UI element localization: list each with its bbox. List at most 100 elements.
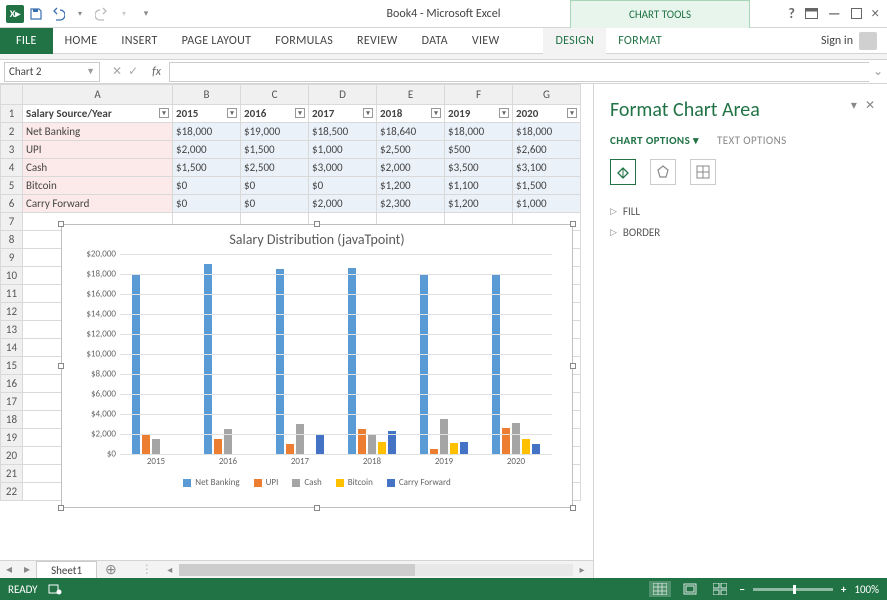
bar[interactable]	[214, 439, 222, 454]
namebox-dropdown-icon[interactable]: ▼	[86, 66, 95, 77]
cell[interactable]: Net Banking	[23, 123, 173, 141]
undo-icon[interactable]	[48, 4, 68, 24]
cell[interactable]: $18,000	[173, 123, 241, 141]
legend-item[interactable]: UPI	[254, 477, 279, 488]
row-header[interactable]: 9	[1, 249, 23, 267]
cell[interactable]: $19,000	[241, 123, 309, 141]
tab-view[interactable]: VIEW	[460, 28, 512, 54]
cell[interactable]: $1,000	[309, 141, 377, 159]
legend-item[interactable]: Carry Forward	[387, 477, 451, 488]
cell[interactable]: $18,000	[513, 123, 581, 141]
cell[interactable]: $18,000	[445, 123, 513, 141]
zoom-in-icon[interactable]: +	[841, 583, 846, 596]
cell[interactable]: 2020▾	[513, 105, 581, 123]
filter-icon[interactable]: ▾	[159, 108, 169, 118]
cell[interactable]: 2015▾	[173, 105, 241, 123]
tab-file[interactable]: FILE	[0, 28, 53, 54]
column-header[interactable]: G	[513, 85, 581, 105]
bar[interactable]	[450, 443, 458, 454]
sign-in-link[interactable]: Sign in	[821, 34, 853, 48]
tab-insert[interactable]: INSERT	[109, 28, 169, 54]
effects-icon[interactable]	[650, 159, 676, 185]
bar[interactable]	[286, 444, 294, 454]
bar[interactable]	[358, 429, 366, 454]
tab-formulas[interactable]: FORMULAS	[263, 28, 345, 54]
scroll-left-icon[interactable]: ◂	[163, 563, 177, 576]
filter-icon[interactable]: ▾	[295, 108, 305, 118]
row-header[interactable]: 7	[1, 213, 23, 231]
bar[interactable]	[522, 439, 530, 454]
tab-data[interactable]: DATA	[410, 28, 460, 54]
tab-format[interactable]: FORMAT	[606, 28, 674, 54]
bar[interactable]	[460, 442, 468, 454]
row-header[interactable]: 11	[1, 285, 23, 303]
minimize-icon[interactable]: —	[828, 5, 841, 22]
sheet-nav-prev-icon[interactable]: ◂	[0, 562, 18, 577]
pane-options-icon[interactable]: ▾	[851, 98, 857, 113]
normal-view-icon[interactable]	[649, 581, 671, 597]
cell[interactable]: $2,500	[241, 159, 309, 177]
cell[interactable]: $0	[309, 177, 377, 195]
fx-icon[interactable]: fx	[146, 65, 167, 79]
bar[interactable]	[502, 428, 510, 454]
zoom-level[interactable]: 100%	[854, 583, 879, 596]
row-header[interactable]: 6	[1, 195, 23, 213]
cell[interactable]: $18,640	[377, 123, 445, 141]
chart-title[interactable]: Salary Distribution (javaTpoint)	[62, 225, 572, 254]
redo-icon[interactable]	[92, 4, 112, 24]
pane-close-icon[interactable]: ✕	[865, 98, 875, 113]
row-header[interactable]: 22	[1, 483, 23, 501]
row-header[interactable]: 1	[1, 105, 23, 123]
bar[interactable]	[204, 264, 212, 454]
qat-customize-icon[interactable]: ▾	[136, 4, 156, 24]
bar[interactable]	[348, 268, 356, 454]
cell[interactable]: Bitcoin	[23, 177, 173, 195]
filter-icon[interactable]: ▾	[431, 108, 441, 118]
pane-tab-chart-options[interactable]: CHART OPTIONS ▾	[610, 134, 699, 147]
cell[interactable]: UPI	[23, 141, 173, 159]
bar[interactable]	[368, 434, 376, 454]
redo-dropdown-icon[interactable]: ▾	[114, 4, 134, 24]
pane-fill-section[interactable]: ▷FILL	[610, 201, 871, 222]
undo-dropdown-icon[interactable]: ▾	[70, 4, 90, 24]
column-header[interactable]: F	[445, 85, 513, 105]
filter-icon[interactable]: ▾	[363, 108, 373, 118]
cell[interactable]: $0	[173, 177, 241, 195]
bar[interactable]	[492, 274, 500, 454]
column-header[interactable]: E	[377, 85, 445, 105]
sheet-nav-next-icon[interactable]: ▸	[18, 562, 36, 577]
cell[interactable]: 2019▾	[445, 105, 513, 123]
cell[interactable]: $0	[173, 195, 241, 213]
formula-expand-icon[interactable]: ⌄	[869, 64, 887, 79]
new-sheet-icon[interactable]: ⊕	[97, 561, 125, 578]
cell[interactable]: $2,600	[513, 141, 581, 159]
row-header[interactable]: 14	[1, 339, 23, 357]
avatar-icon[interactable]	[859, 32, 877, 50]
cell[interactable]: $3,000	[309, 159, 377, 177]
column-header[interactable]: B	[173, 85, 241, 105]
select-all-cell[interactable]	[1, 85, 23, 105]
row-header[interactable]: 21	[1, 465, 23, 483]
macro-record-icon[interactable]	[48, 582, 62, 596]
cell[interactable]: $1,500	[241, 141, 309, 159]
row-header[interactable]: 2	[1, 123, 23, 141]
row-header[interactable]: 8	[1, 231, 23, 249]
bar[interactable]	[512, 423, 520, 454]
bar[interactable]	[532, 444, 540, 454]
tab-review[interactable]: REVIEW	[345, 28, 410, 54]
horizontal-scrollbar[interactable]: ◂ ▸	[159, 563, 593, 576]
bar[interactable]	[224, 429, 232, 454]
tab-page-layout[interactable]: PAGE LAYOUT	[170, 28, 264, 54]
scroll-right-icon[interactable]: ▸	[575, 563, 589, 576]
row-header[interactable]: 16	[1, 375, 23, 393]
cell[interactable]: $1,200	[445, 195, 513, 213]
zoom-slider[interactable]	[753, 588, 833, 591]
cell[interactable]: $3,500	[445, 159, 513, 177]
sheet-tab[interactable]: Sheet1	[36, 561, 97, 578]
row-header[interactable]: 5	[1, 177, 23, 195]
cell[interactable]: $0	[241, 177, 309, 195]
bar[interactable]	[152, 439, 160, 454]
bar[interactable]	[276, 269, 284, 454]
filter-icon[interactable]: ▾	[499, 108, 509, 118]
ribbon-display-icon[interactable]	[805, 8, 818, 19]
